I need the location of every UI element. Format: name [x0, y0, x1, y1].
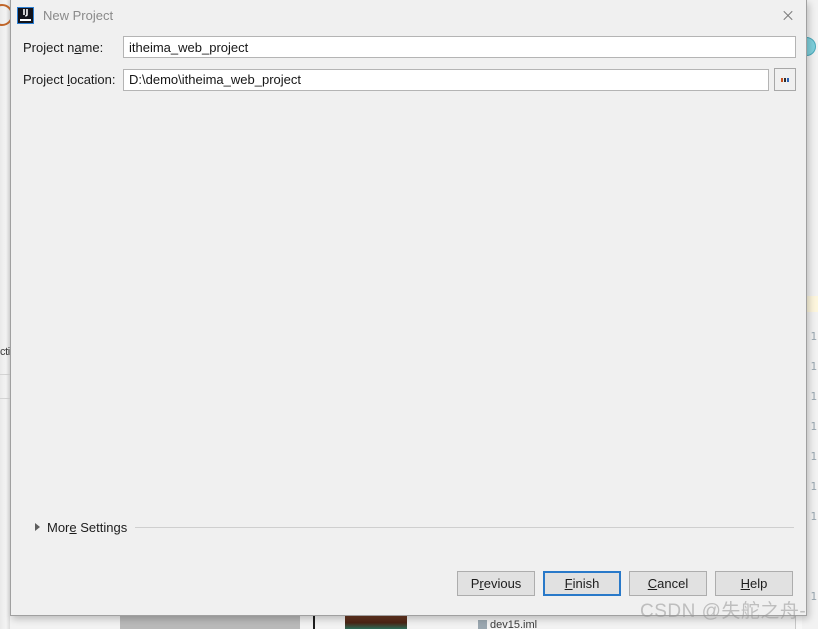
background-left-strip [0, 0, 10, 629]
label-prefix: Mor [47, 519, 70, 535]
label-suffix: ancel [657, 576, 689, 591]
background-left-divider [0, 398, 10, 399]
label-suffix: me: [81, 39, 104, 55]
section-separator [135, 526, 794, 528]
cancel-button[interactable]: Cancel [629, 571, 707, 596]
label-mnemonic: a [74, 39, 82, 55]
ellipsis-icon [781, 77, 789, 82]
finish-button[interactable]: Finish [543, 571, 621, 596]
file-icon [478, 620, 487, 629]
background-bottom-thumbnail [345, 615, 407, 629]
label-suffix: elp [750, 576, 768, 591]
label-mnemonic: C [647, 576, 658, 591]
label-suffix: Settings [76, 519, 128, 535]
close-icon[interactable] [778, 6, 798, 26]
label-mnemonic: F [564, 576, 573, 591]
label-prefix: Project [23, 72, 68, 87]
more-settings-section[interactable]: More Settings [11, 517, 806, 537]
label-prefix: P [470, 576, 480, 591]
previous-button[interactable]: Pr evious [457, 571, 535, 596]
dialog-titlebar: IJ New Project [11, 0, 806, 31]
label-mnemonic: H [740, 576, 751, 591]
intellij-idea-logo-icon: IJ [17, 7, 34, 24]
label-mnemonic: e [69, 519, 77, 535]
project-name-value: itheima_web_project [129, 39, 249, 55]
project-name-input[interactable]: itheima_web_project [123, 36, 796, 58]
background-left-divider [0, 374, 10, 375]
label-suffix: ocation: [69, 72, 116, 87]
background-bottom-divider [313, 615, 315, 629]
help-button[interactable]: Help [715, 571, 793, 596]
intellij-logo-underline [20, 19, 31, 21]
background-project-file-item: dev15.iml [478, 619, 537, 633]
dialog-title: New Project [43, 8, 114, 23]
dialog-footer: Pr evious Finish Cancel Help [11, 565, 806, 615]
intellij-logo-label: IJ [22, 8, 29, 17]
project-name-label: Project name: [23, 40, 123, 55]
label-suffix: evious [483, 576, 522, 591]
project-location-row: Project location: D:\demo\itheima_web_pr… [23, 68, 796, 91]
background-left-clipped-text: cti [0, 346, 10, 358]
project-name-row: Project name: itheima_web_project [23, 36, 796, 58]
label-suffix: inish [572, 576, 600, 591]
background-file-label: dev15.iml [490, 619, 538, 631]
browse-folder-button[interactable] [774, 68, 796, 91]
project-location-label: Project location: [23, 72, 123, 87]
background-bottom-bar [120, 614, 300, 629]
more-settings-label: More Settings [47, 520, 127, 535]
project-location-input[interactable]: D:\demo\itheima_web_project [123, 68, 769, 91]
chevron-right-icon [35, 523, 40, 531]
new-project-dialog: IJ New Project Project name: itheima_web… [10, 0, 807, 616]
project-location-value: D:\demo\itheima_web_project [129, 72, 301, 87]
label-prefix: Project n [23, 39, 75, 55]
project-form: Project name: itheima_web_project Projec… [11, 31, 806, 101]
dialog-content-area [11, 101, 806, 517]
